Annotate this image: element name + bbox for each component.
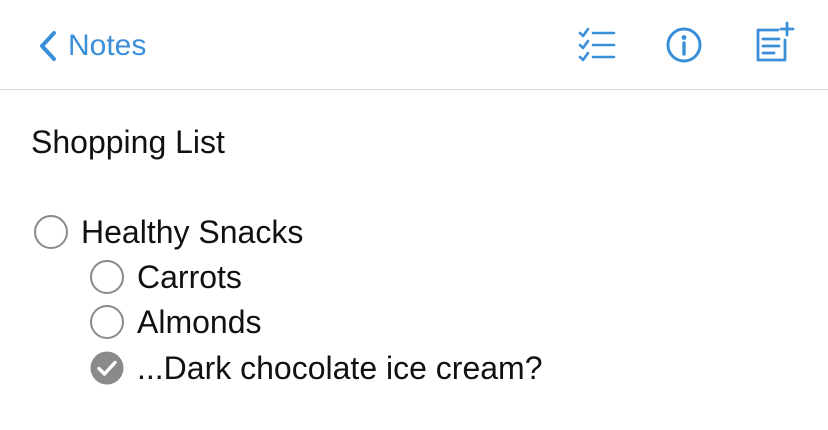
checklist-item-label[interactable]: Almonds: [137, 302, 262, 342]
unchecked-circle-icon[interactable]: [34, 215, 68, 249]
checklist-item[interactable]: Healthy Snacks: [34, 212, 303, 252]
navigation-bar: Notes: [0, 0, 828, 90]
checklist-item-label[interactable]: ...Dark chocolate ice cream?: [137, 348, 543, 388]
checked-circle-icon[interactable]: [90, 351, 124, 385]
checklist-item[interactable]: Almonds: [90, 302, 262, 342]
back-button[interactable]: Notes: [38, 26, 146, 66]
unchecked-circle-icon[interactable]: [90, 260, 124, 294]
chevron-left-icon: [38, 29, 58, 63]
checklist-item-label[interactable]: Carrots: [137, 257, 242, 297]
checklist-item[interactable]: Carrots: [90, 257, 242, 297]
checklist-item[interactable]: ...Dark chocolate ice cream?: [90, 348, 543, 388]
checklist-icon[interactable]: [576, 24, 620, 68]
back-button-label: Notes: [68, 29, 147, 62]
info-icon[interactable]: [662, 24, 706, 68]
new-note-icon[interactable]: [752, 20, 796, 64]
note-title[interactable]: Shopping List: [31, 120, 225, 164]
checklist-item-label[interactable]: Healthy Snacks: [81, 212, 303, 252]
unchecked-circle-icon[interactable]: [90, 305, 124, 339]
